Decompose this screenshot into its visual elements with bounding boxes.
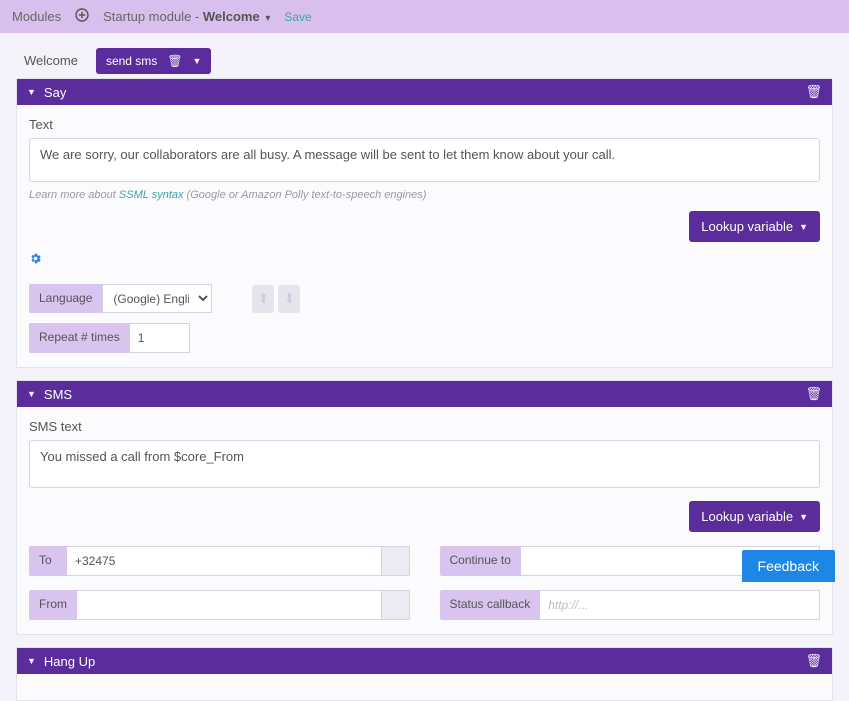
trash-icon[interactable]: 🗑 xyxy=(805,386,822,402)
lookup-variable-button[interactable]: Lookup variable▼ xyxy=(689,501,820,532)
repeat-input[interactable] xyxy=(130,323,190,353)
panel-title-sms: SMS xyxy=(44,387,72,402)
say-text-label: Text xyxy=(29,117,820,132)
language-select[interactable]: (Google) English xyxy=(102,284,212,313)
status-callback-input[interactable] xyxy=(540,590,820,620)
from-input[interactable] xyxy=(77,590,382,620)
panel-hangup: ▼ Hang Up 🗑 xyxy=(16,647,833,701)
ssml-hint: Learn more about SSML syntax (Google or … xyxy=(29,189,820,201)
feedback-button[interactable]: Feedback xyxy=(742,550,835,582)
collapse-icon: ▼ xyxy=(27,656,36,666)
from-label: From xyxy=(29,590,77,620)
collapse-icon: ▼ xyxy=(27,389,36,399)
from-field: From xyxy=(29,590,410,620)
ssml-link[interactable]: SSML syntax xyxy=(119,189,184,201)
to-input[interactable] xyxy=(67,546,382,576)
tab-welcome[interactable]: Welcome xyxy=(14,47,88,74)
collapse-icon: ▼ xyxy=(27,87,36,97)
lookup-variable-button[interactable]: Lookup variable▼ xyxy=(689,211,820,242)
startup-name: Welcome xyxy=(203,9,260,24)
panel-header-sms[interactable]: ▼ SMS 🗑 xyxy=(17,381,832,407)
trash-icon[interactable]: 🗑 xyxy=(805,84,822,100)
status-callback-label: Status callback xyxy=(440,590,541,620)
language-label: Language xyxy=(29,284,102,313)
panel-sms: ▼ SMS 🗑 SMS text You missed a call from … xyxy=(16,380,833,635)
add-module-icon[interactable] xyxy=(75,8,89,26)
sms-text-input[interactable]: You missed a call from $core_From xyxy=(29,440,820,488)
panel-say: ▼ Say 🗑 Text We are sorry, our collabora… xyxy=(16,78,833,368)
to-dropdown-button[interactable] xyxy=(382,546,410,576)
startup-prefix: Startup module - xyxy=(103,9,203,24)
tab-send-sms[interactable]: send sms 🗑 ▼ xyxy=(96,48,212,74)
chevron-down-icon: ▼ xyxy=(799,512,808,522)
to-field: To xyxy=(29,546,410,576)
trash-icon[interactable]: 🗑 xyxy=(805,653,822,669)
save-link[interactable]: Save xyxy=(284,10,311,24)
modules-label[interactable]: Modules xyxy=(12,9,61,24)
chevron-down-icon: ▼ xyxy=(799,222,808,232)
move-up-button[interactable]: ⬆ xyxy=(252,285,274,313)
panel-header-hangup[interactable]: ▼ Hang Up 🗑 xyxy=(17,648,832,674)
chevron-down-icon[interactable]: ▼ xyxy=(193,56,202,66)
status-callback-field: Status callback xyxy=(440,590,821,620)
top-bar: Modules Startup module - Welcome Save xyxy=(0,0,849,33)
panel-title-hangup: Hang Up xyxy=(44,654,95,669)
gear-icon[interactable] xyxy=(29,252,42,268)
panel-header-say[interactable]: ▼ Say 🗑 xyxy=(17,79,832,105)
trash-icon[interactable]: 🗑 xyxy=(167,54,182,68)
panel-title-say: Say xyxy=(44,85,66,100)
startup-module-dropdown[interactable]: Startup module - Welcome xyxy=(103,9,270,24)
repeat-label: Repeat # times xyxy=(29,323,130,353)
to-label: To xyxy=(29,546,67,576)
say-text-input[interactable]: We are sorry, our collaborators are all … xyxy=(29,138,820,182)
tabs-row: Welcome send sms 🗑 ▼ xyxy=(6,47,843,78)
sms-text-label: SMS text xyxy=(29,419,820,434)
move-down-button[interactable]: ⬇ xyxy=(278,285,300,313)
from-dropdown-button[interactable] xyxy=(382,590,410,620)
continue-to-label: Continue to xyxy=(440,546,521,576)
tab-send-sms-label: send sms xyxy=(106,54,157,68)
